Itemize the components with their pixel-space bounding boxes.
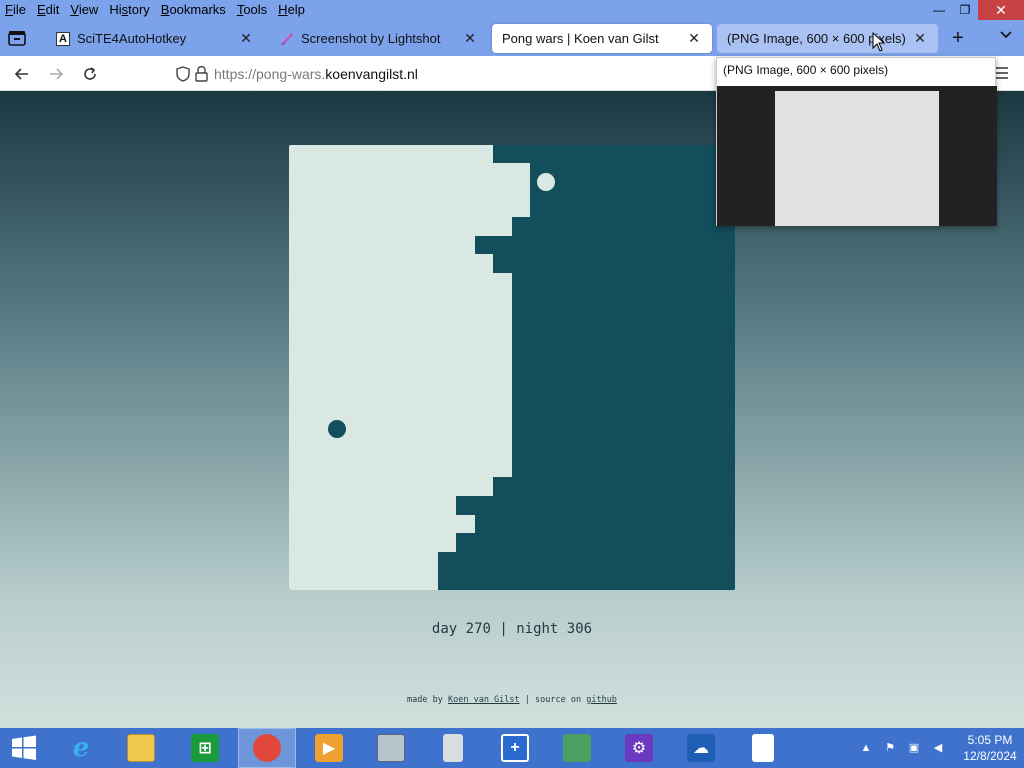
minimize-button[interactable]: — bbox=[926, 0, 952, 20]
menu-tools[interactable]: Tools bbox=[232, 0, 273, 20]
internet-explorer-icon: e bbox=[72, 733, 90, 763]
forward-button[interactable] bbox=[45, 63, 67, 85]
source-on-label: source on bbox=[535, 695, 582, 705]
tab-close-icon[interactable]: ✕ bbox=[238, 30, 254, 47]
close-window-button[interactable]: ✕ bbox=[978, 0, 1024, 20]
clock-time: 5:05 PM bbox=[967, 733, 1013, 747]
taskbar-firefox[interactable] bbox=[238, 728, 296, 768]
defender-shield-icon: + bbox=[501, 734, 529, 762]
feather-icon bbox=[280, 32, 294, 46]
taskbar-document[interactable] bbox=[734, 728, 792, 768]
github-link[interactable]: github bbox=[586, 695, 617, 705]
autohotkey-favicon-icon: A bbox=[56, 31, 70, 46]
lock-icon[interactable] bbox=[195, 66, 208, 82]
taskbar-store[interactable]: ⊞ bbox=[176, 728, 234, 768]
taskbar-recycle-bin[interactable] bbox=[424, 728, 482, 768]
preview-title: (PNG Image, 600 × 600 pixels) bbox=[723, 63, 889, 77]
taskbar-internet-explorer[interactable]: e bbox=[52, 728, 110, 768]
url-text[interactable]: https://pong-wars.koenvangilst.nl bbox=[214, 66, 418, 82]
tab-title: SciTE4AutoHotkey bbox=[77, 31, 187, 46]
taskbar-media-player[interactable]: ▶ bbox=[300, 728, 358, 768]
new-tab-button[interactable]: + bbox=[948, 28, 968, 48]
mouse-cursor-icon bbox=[872, 32, 886, 52]
url-bar[interactable]: https://pong-wars.koenvangilst.nl bbox=[176, 60, 736, 88]
footer: made by Koen van Gilst | source on githu… bbox=[0, 695, 1024, 705]
hamburger-icon bbox=[996, 67, 1008, 79]
system-tray: ▲ ⚑ ▣ ◀ 5:05 PM 12/8/2024 bbox=[854, 728, 1024, 768]
menu-edit[interactable]: Edit bbox=[32, 0, 65, 20]
arrow-right-icon bbox=[50, 68, 64, 80]
taskbar-onedrive[interactable]: ☁ bbox=[672, 728, 730, 768]
tab-png-image[interactable]: (PNG Image, 600 × 600 pixels) ✕ bbox=[717, 24, 938, 53]
footer-separator: | bbox=[524, 695, 530, 705]
night-ball bbox=[328, 420, 346, 438]
list-all-tabs-button[interactable] bbox=[996, 28, 1016, 48]
app-menu-button[interactable] bbox=[994, 65, 1010, 81]
menu-bar: File Edit View History Bookmarks Tools H… bbox=[0, 0, 1024, 20]
menu-bookmarks[interactable]: Bookmarks bbox=[156, 0, 232, 20]
taskbar-file-explorer[interactable] bbox=[112, 728, 170, 768]
taskbar-settings[interactable]: ⚙ bbox=[610, 728, 668, 768]
task-manager-icon bbox=[377, 734, 405, 762]
firefox-view-button[interactable] bbox=[6, 28, 28, 48]
document-icon bbox=[752, 734, 774, 762]
menu-view[interactable]: View bbox=[65, 0, 104, 20]
taskbar-defender[interactable]: + bbox=[486, 728, 544, 768]
menu-help[interactable]: Help bbox=[273, 0, 311, 20]
clock[interactable]: 5:05 PM 12/8/2024 bbox=[956, 732, 1024, 764]
file-explorer-icon bbox=[127, 734, 155, 762]
start-button[interactable] bbox=[0, 728, 48, 768]
made-by-label: made by bbox=[407, 695, 443, 705]
chevron-down-icon bbox=[1000, 31, 1012, 39]
day-ball bbox=[537, 173, 555, 191]
arrow-left-icon bbox=[14, 68, 28, 80]
author-link[interactable]: Koen van Gilst bbox=[448, 695, 520, 705]
menu-history[interactable]: History bbox=[104, 0, 155, 20]
menu-file[interactable]: File bbox=[0, 0, 32, 20]
volume-muted-icon[interactable]: ◀ bbox=[930, 740, 946, 756]
firefox-icon bbox=[253, 734, 281, 762]
network-tray-icon[interactable]: ▣ bbox=[906, 740, 922, 756]
onedrive-cloud-icon: ☁ bbox=[687, 734, 715, 762]
shield-icon[interactable] bbox=[176, 66, 190, 82]
pong-wars-canvas bbox=[289, 145, 735, 590]
settings-gear-icon: ⚙ bbox=[625, 734, 653, 762]
restore-button[interactable]: ❐ bbox=[952, 0, 978, 20]
tab-lightshot[interactable]: Screenshot by Lightshot ✕ bbox=[272, 24, 488, 53]
reload-button[interactable] bbox=[79, 63, 101, 85]
recycle-bin-icon bbox=[443, 734, 463, 762]
tab-close-icon[interactable]: ✕ bbox=[686, 30, 702, 47]
taskbar-network[interactable] bbox=[548, 728, 606, 768]
tab-list-icon bbox=[8, 31, 26, 46]
chevron-up-icon[interactable]: ▲ bbox=[858, 740, 874, 756]
store-icon: ⊞ bbox=[191, 734, 219, 762]
network-icon bbox=[563, 734, 591, 762]
tab-title: Pong wars | Koen van Gilst bbox=[502, 31, 659, 46]
reload-icon bbox=[84, 67, 96, 80]
score-text: day 270 | night 306 bbox=[431, 621, 593, 637]
tab-title: Screenshot by Lightshot bbox=[301, 31, 441, 46]
media-player-icon: ▶ bbox=[315, 734, 343, 762]
tab-pong-wars[interactable]: Pong wars | Koen van Gilst ✕ bbox=[492, 24, 712, 53]
windows-start-icon bbox=[12, 735, 36, 760]
taskbar: e ⊞ ▶ + ⚙ ☁ ▲ ⚑ ▣ ◀ 5:05 PM 12/8/2024 bbox=[0, 728, 1024, 768]
tab-close-icon[interactable]: ✕ bbox=[912, 30, 928, 47]
action-center-flag-icon[interactable]: ⚑ bbox=[882, 740, 898, 756]
taskbar-task-manager[interactable] bbox=[362, 728, 420, 768]
tab-close-icon[interactable]: ✕ bbox=[462, 30, 478, 47]
preview-thumbnail bbox=[717, 86, 997, 226]
tab-scite4autohotkey[interactable]: A SciTE4AutoHotkey ✕ bbox=[48, 24, 264, 53]
tab-preview-tooltip: (PNG Image, 600 × 600 pixels) bbox=[716, 57, 997, 226]
clock-date: 12/8/2024 bbox=[963, 749, 1017, 763]
tab-bar: A SciTE4AutoHotkey ✕ Screenshot by Light… bbox=[0, 20, 1024, 56]
back-button[interactable] bbox=[11, 63, 33, 85]
